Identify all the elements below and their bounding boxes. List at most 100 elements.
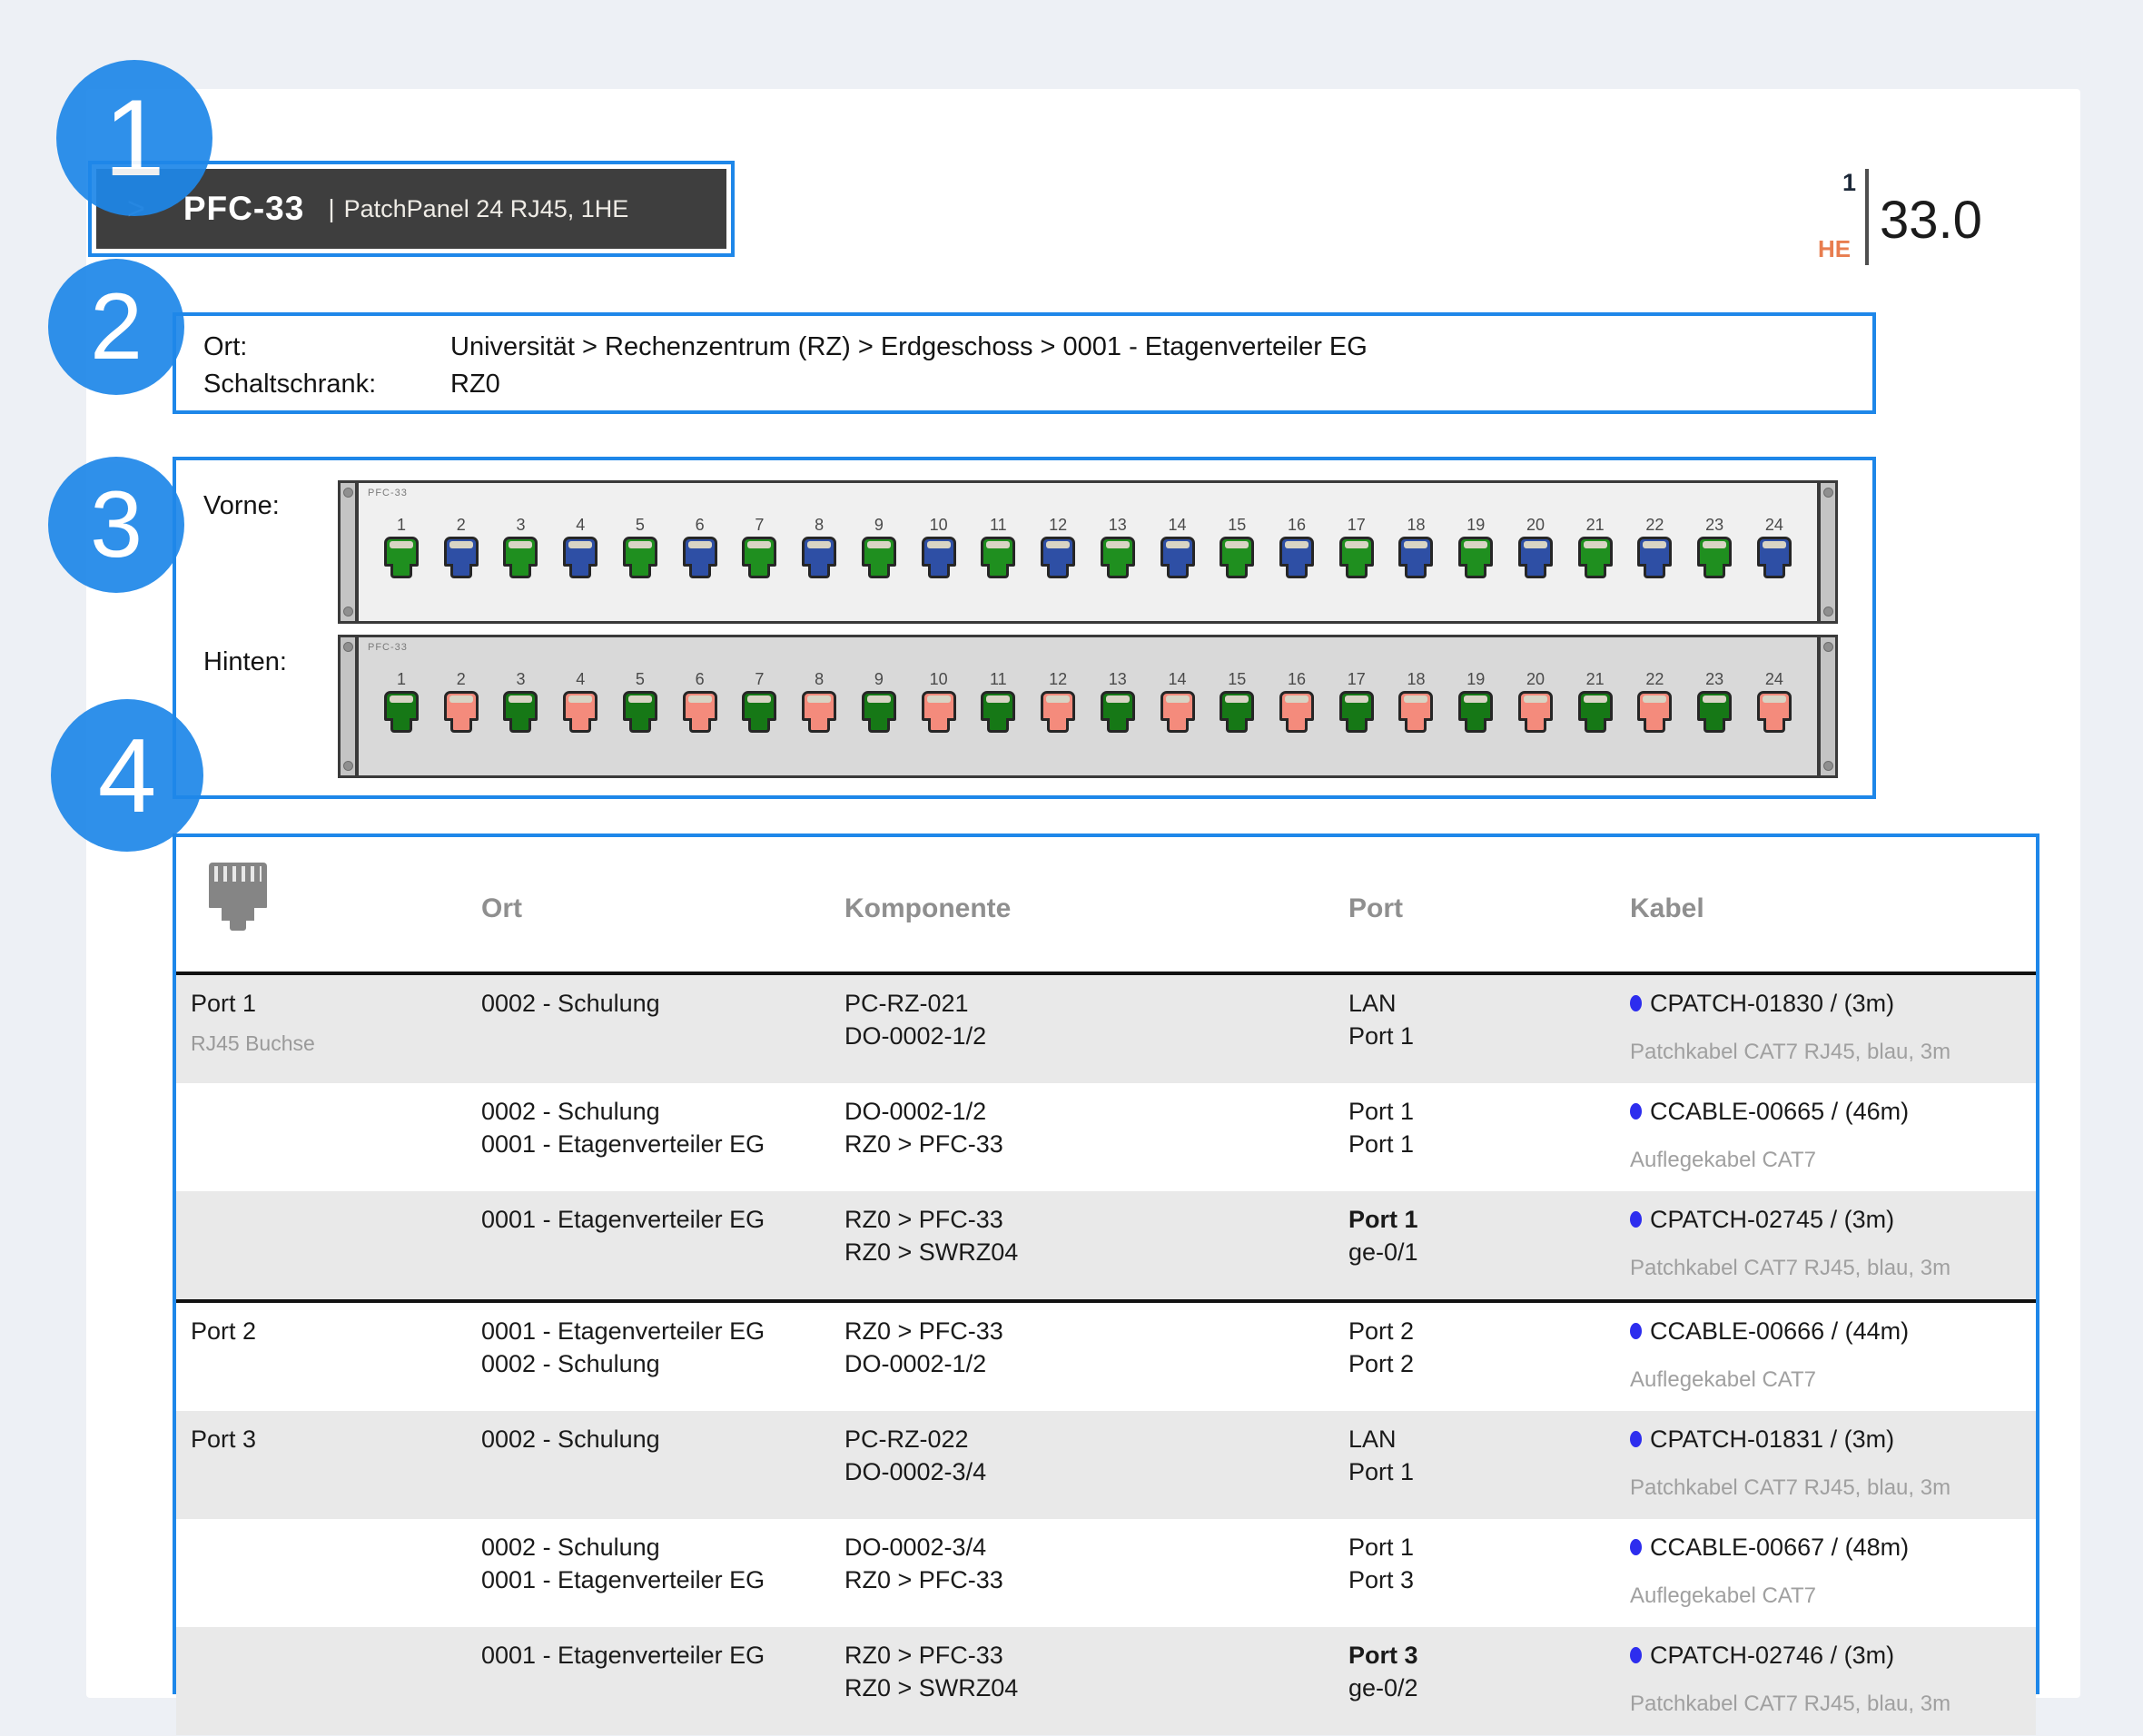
rj45-plug-icon[interactable] [1160,537,1195,567]
panel-port-8[interactable]: 8 [798,670,840,735]
panel-port-2[interactable]: 2 [440,516,482,581]
panel-port-5[interactable]: 5 [619,516,661,581]
rj45-plug-icon[interactable] [563,537,597,567]
panel-port-23[interactable]: 23 [1694,670,1735,735]
panel-port-17[interactable]: 17 [1336,516,1378,581]
panel-port-24[interactable]: 24 [1753,670,1795,735]
panel-port-8[interactable]: 8 [798,516,840,581]
panel-port-19[interactable]: 19 [1455,516,1496,581]
panel-port-11[interactable]: 11 [977,670,1019,735]
rj45-plug-icon[interactable] [922,537,956,567]
rj45-plug-icon[interactable] [384,537,419,567]
rj45-plug-icon[interactable] [981,537,1015,567]
panel-port-12[interactable]: 12 [1037,670,1079,735]
rj45-plug-icon[interactable] [384,691,419,721]
rj45-plug-icon[interactable] [1339,691,1374,721]
rj45-plug-icon[interactable] [563,691,597,721]
rj45-plug-icon[interactable] [1518,537,1553,567]
rj45-plug-icon[interactable] [1101,537,1135,567]
rj45-plug-icon[interactable] [1757,537,1792,567]
panel-port-10[interactable]: 10 [918,670,960,735]
panel-port-1[interactable]: 1 [380,516,422,581]
rj45-plug-icon[interactable] [1220,537,1254,567]
cable-id[interactable]: CPATCH-02745 / (3m) [1650,1203,1894,1236]
rj45-plug-icon[interactable] [1279,691,1314,721]
rj45-plug-icon[interactable] [1757,691,1792,721]
panel-port-20[interactable]: 20 [1515,670,1556,735]
rj45-plug-icon[interactable] [1160,691,1195,721]
panel-port-16[interactable]: 16 [1276,516,1318,581]
rj45-plug-icon[interactable] [1101,691,1135,721]
panel-port-17[interactable]: 17 [1336,670,1378,735]
rj45-plug-icon[interactable] [1398,691,1433,721]
cable-id[interactable]: CCABLE-00665 / (46m) [1650,1095,1909,1128]
panel-port-18[interactable]: 18 [1395,670,1437,735]
panel-port-10[interactable]: 10 [918,516,960,581]
panel-port-4[interactable]: 4 [559,516,601,581]
panel-port-14[interactable]: 14 [1157,516,1199,581]
cable-id[interactable]: CPATCH-02746 / (3m) [1650,1639,1894,1672]
rj45-plug-icon[interactable] [623,537,657,567]
rj45-plug-icon[interactable] [1697,537,1732,567]
panel-port-6[interactable]: 6 [679,516,721,581]
rj45-plug-icon[interactable] [802,537,836,567]
rj45-plug-icon[interactable] [444,537,479,567]
rj45-plug-icon[interactable] [1398,537,1433,567]
rj45-plug-icon[interactable] [922,691,956,721]
rj45-plug-icon[interactable] [1578,691,1613,721]
panel-port-22[interactable]: 22 [1634,516,1675,581]
panel-port-1[interactable]: 1 [380,670,422,735]
cable-id[interactable]: CPATCH-01831 / (3m) [1650,1423,1894,1455]
panel-port-23[interactable]: 23 [1694,516,1735,581]
rj45-plug-icon[interactable] [802,691,836,721]
panel-port-21[interactable]: 21 [1575,670,1616,735]
panel-port-5[interactable]: 5 [619,670,661,735]
rj45-plug-icon[interactable] [1637,537,1672,567]
panel-port-4[interactable]: 4 [559,670,601,735]
panel-port-11[interactable]: 11 [977,516,1019,581]
panel-port-13[interactable]: 13 [1097,670,1139,735]
panel-port-9[interactable]: 9 [858,670,900,735]
rj45-plug-icon[interactable] [623,691,657,721]
rj45-plug-icon[interactable] [1458,691,1493,721]
rj45-plug-icon[interactable] [1458,537,1493,567]
rj45-plug-icon[interactable] [444,691,479,721]
panel-port-15[interactable]: 15 [1216,670,1258,735]
rj45-plug-icon[interactable] [503,537,538,567]
cable-id[interactable]: CCABLE-00666 / (44m) [1650,1315,1909,1347]
rj45-plug-icon[interactable] [683,537,717,567]
panel-port-3[interactable]: 3 [499,516,541,581]
rj45-plug-icon[interactable] [981,691,1015,721]
panel-port-15[interactable]: 15 [1216,516,1258,581]
rj45-plug-icon[interactable] [1220,691,1254,721]
panel-port-9[interactable]: 9 [858,516,900,581]
rj45-plug-icon[interactable] [862,537,896,567]
rj45-plug-icon[interactable] [1697,691,1732,721]
panel-port-16[interactable]: 16 [1276,670,1318,735]
rj45-plug-icon[interactable] [1637,691,1672,721]
cable-id[interactable]: CPATCH-01830 / (3m) [1650,987,1894,1020]
panel-port-3[interactable]: 3 [499,670,541,735]
panel-port-13[interactable]: 13 [1097,516,1139,581]
rj45-plug-icon[interactable] [683,691,717,721]
rj45-plug-icon[interactable] [742,691,776,721]
rj45-plug-icon[interactable] [1279,537,1314,567]
rj45-plug-icon[interactable] [503,691,538,721]
rj45-plug-icon[interactable] [1041,691,1075,721]
panel-port-14[interactable]: 14 [1157,670,1199,735]
rj45-plug-icon[interactable] [1041,537,1075,567]
panel-port-7[interactable]: 7 [738,516,780,581]
rj45-plug-icon[interactable] [742,537,776,567]
panel-port-24[interactable]: 24 [1753,516,1795,581]
panel-port-22[interactable]: 22 [1634,670,1675,735]
panel-port-12[interactable]: 12 [1037,516,1079,581]
rj45-plug-icon[interactable] [1518,691,1553,721]
rj45-plug-icon[interactable] [1339,537,1374,567]
panel-port-20[interactable]: 20 [1515,516,1556,581]
cable-id[interactable]: CCABLE-00667 / (48m) [1650,1531,1909,1563]
panel-port-2[interactable]: 2 [440,670,482,735]
panel-port-19[interactable]: 19 [1455,670,1496,735]
rj45-plug-icon[interactable] [862,691,896,721]
panel-port-7[interactable]: 7 [738,670,780,735]
panel-port-21[interactable]: 21 [1575,516,1616,581]
